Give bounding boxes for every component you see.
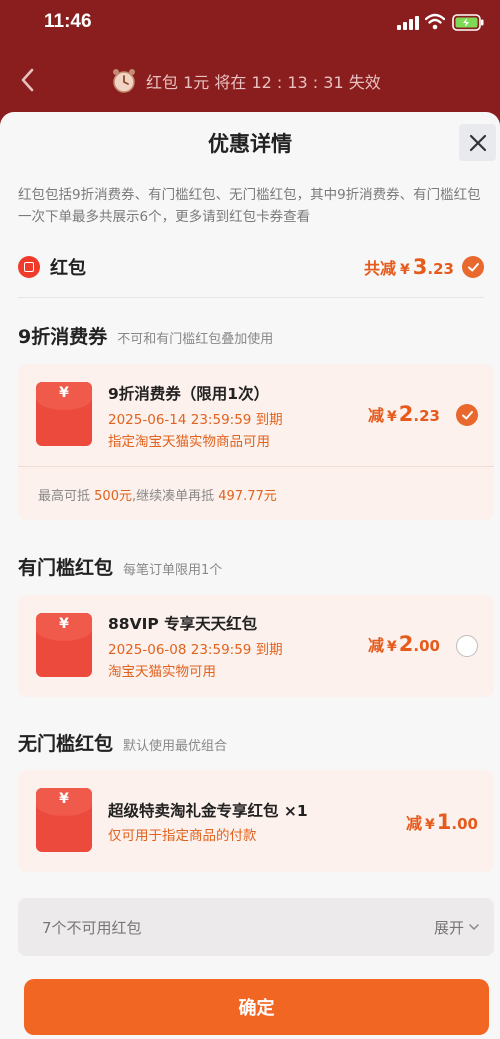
- expand-toggle[interactable]: 展开: [434, 917, 480, 938]
- hongbao-label: 红包: [50, 258, 86, 279]
- discount-detail-sheet: 优惠详情 红包包括9折消费券、有门槛红包、无门槛红包，其中9折消费券、有门槛红包…: [0, 112, 500, 1039]
- red-envelope-icon: [18, 256, 40, 278]
- total-dec: .23: [427, 260, 454, 278]
- amount-currency: ¥: [387, 639, 397, 655]
- amount-int: 2: [398, 632, 414, 656]
- chevron-down-icon: [469, 924, 479, 931]
- confirm-button[interactable]: 确定: [24, 979, 489, 1035]
- amount-dec: .00: [413, 637, 440, 655]
- coupon-expiry: 2025-06-14 23:59:59 到期: [108, 412, 283, 428]
- alarm-clock-icon: [113, 69, 135, 93]
- check-icon: [467, 262, 479, 271]
- amount-currency: ¥: [387, 409, 397, 425]
- back-icon[interactable]: [18, 68, 38, 92]
- coupon-expiry: 2025-06-08 23:59:59 到期: [108, 642, 283, 658]
- section-threshold-header: 有门槛红包 每笔订单限用1个: [18, 553, 222, 580]
- amount-dec: .23: [413, 407, 440, 425]
- close-button[interactable]: [459, 124, 496, 161]
- coupon-scope: 仅可用于指定商品的付款: [108, 828, 257, 844]
- coupon-check[interactable]: [456, 404, 478, 426]
- unavailable-label: 7个不可用红包: [42, 918, 142, 937]
- unavailable-hongbao-row[interactable]: 7个不可用红包 展开: [18, 898, 494, 956]
- hongbao-summary-row[interactable]: 红包 共减 ¥ 3 .23: [18, 252, 484, 282]
- sheet-title: 优惠详情: [208, 132, 292, 156]
- card-divider: [18, 466, 494, 467]
- threshold-coupon-card[interactable]: ¥ 88VIP 专享天天红包 2025-06-08 23:59:59 到期 淘宝…: [18, 595, 494, 697]
- coupon-title: 超级特卖淘礼金专享红包 ×1: [108, 802, 308, 820]
- total-currency: ¥: [400, 262, 410, 278]
- status-bar: 11:46: [0, 0, 500, 48]
- close-icon: [469, 134, 486, 151]
- hongbao-check[interactable]: [462, 256, 484, 278]
- note-text-2: ,继续凑单再抵: [131, 489, 215, 504]
- status-time: 11:46: [44, 11, 92, 32]
- signal-icon: [397, 16, 419, 30]
- section-discount-header: 9折消费券 不可和有门槛红包叠加使用: [18, 322, 273, 349]
- section-nothreshold-header: 无门槛红包 默认使用最优组合: [18, 729, 227, 756]
- wifi-icon: [425, 13, 445, 30]
- red-envelope-icon: ¥: [36, 382, 92, 446]
- amount-currency: ¥: [425, 817, 435, 833]
- amount-dec: .00: [451, 815, 478, 833]
- coupon-scope: 淘宝天猫实物可用: [108, 664, 216, 680]
- expiry-timer: 红包 1元 将在 12 : 13 : 31 失效: [110, 67, 381, 95]
- note-amount: 500元: [94, 489, 132, 504]
- divider: [18, 297, 484, 298]
- section-title: 无门槛红包: [18, 733, 114, 755]
- top-nav: 红包 1元 将在 12 : 13 : 31 失效: [0, 48, 500, 112]
- amount-prefix: 减: [368, 406, 385, 425]
- red-envelope-icon: ¥: [36, 613, 92, 677]
- timer-text: 红包 1元 将在 12 : 13 : 31 失效: [146, 73, 381, 92]
- sheet-description: 红包包括9折消费券、有门槛红包、无门槛红包，其中9折消费券、有门槛红包一次下单最…: [18, 187, 481, 225]
- amount-prefix: 减: [406, 814, 423, 833]
- amount-int: 2: [398, 402, 414, 426]
- hongbao-total: 共减 ¥ 3 .23: [364, 255, 462, 279]
- section-title: 有门槛红包: [18, 557, 114, 579]
- expand-label: 展开: [433, 918, 464, 937]
- coupon-amount: 减 ¥ 1 .00: [406, 810, 478, 834]
- check-icon: [461, 410, 473, 419]
- total-int: 3: [412, 255, 428, 279]
- coupon-amount: 减 ¥ 2 .23: [368, 402, 440, 426]
- nothreshold-coupon-card: ¥ 超级特卖淘礼金专享红包 ×1 仅可用于指定商品的付款 减 ¥ 1 .00: [18, 770, 494, 872]
- coupon-title: 9折消费券（限用1次）: [108, 385, 270, 403]
- coupon-scope: 指定淘宝天猫实物商品可用: [108, 434, 270, 450]
- coupon-title: 88VIP 专享天天红包: [108, 615, 258, 633]
- section-subtitle: 默认使用最优组合: [123, 739, 228, 754]
- total-prefix: 共减: [364, 259, 397, 278]
- battery-icon: [452, 14, 484, 31]
- coupon-amount: 减 ¥ 2 .00: [368, 632, 440, 656]
- section-title: 9折消费券: [18, 326, 108, 348]
- coupon-limit-note: 最高可抵 500元,继续凑单再抵 497.77元: [38, 485, 277, 504]
- amount-int: 1: [436, 810, 452, 834]
- note-rest: 497.77元: [218, 489, 277, 504]
- section-subtitle: 每笔订单限用1个: [123, 563, 223, 578]
- discount-coupon-card[interactable]: ¥ 9折消费券（限用1次） 2025-06-14 23:59:59 到期 指定淘…: [18, 364, 494, 520]
- amount-prefix: 减: [368, 636, 385, 655]
- red-envelope-icon: ¥: [36, 788, 92, 852]
- section-subtitle: 不可和有门槛红包叠加使用: [117, 332, 274, 347]
- note-text: 最高可抵: [38, 489, 91, 504]
- coupon-radio[interactable]: [456, 635, 478, 657]
